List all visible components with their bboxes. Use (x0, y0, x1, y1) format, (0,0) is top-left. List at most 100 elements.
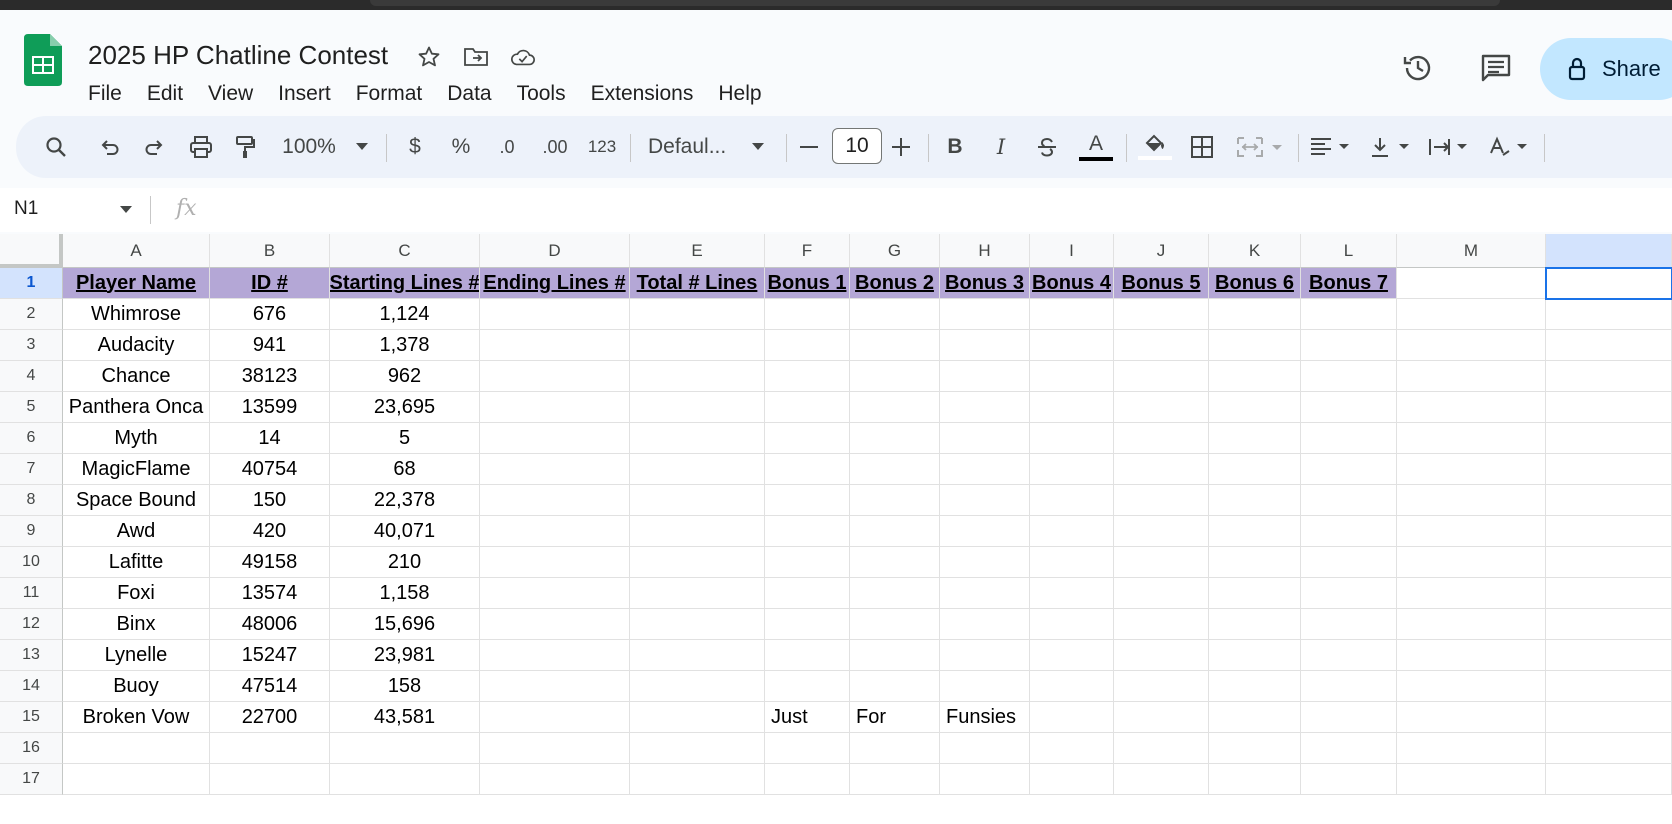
table-cell[interactable] (1546, 547, 1672, 578)
decrease-font-size-icon[interactable] (796, 116, 822, 178)
table-cell[interactable] (1546, 299, 1672, 330)
table-cell[interactable] (850, 609, 940, 640)
table-cell[interactable] (1301, 702, 1397, 733)
table-cell[interactable] (1397, 392, 1546, 423)
table-cell[interactable] (1397, 268, 1546, 299)
header-cell[interactable]: Bonus 3 (940, 268, 1030, 299)
table-cell[interactable] (1209, 547, 1301, 578)
column-header-a[interactable]: A (63, 234, 210, 268)
column-header-f[interactable]: F (765, 234, 850, 268)
table-cell[interactable] (765, 640, 850, 671)
table-cell[interactable]: Whimrose (63, 299, 210, 330)
column-header-e[interactable]: E (630, 234, 765, 268)
table-cell[interactable]: Audacity (63, 330, 210, 361)
table-cell[interactable] (480, 299, 630, 330)
table-cell[interactable] (1301, 640, 1397, 671)
table-cell[interactable] (940, 609, 1030, 640)
row-header[interactable]: 1 (0, 268, 63, 299)
table-cell[interactable] (1030, 578, 1114, 609)
formula-input[interactable] (210, 198, 1650, 224)
table-cell[interactable] (630, 671, 765, 702)
table-cell[interactable]: 40754 (210, 454, 330, 485)
table-cell[interactable] (765, 485, 850, 516)
table-cell[interactable] (1546, 423, 1672, 454)
more-formats-button[interactable]: 123 (584, 116, 620, 178)
table-cell[interactable] (850, 640, 940, 671)
table-cell[interactable] (850, 392, 940, 423)
table-cell[interactable]: 13599 (210, 392, 330, 423)
row-header[interactable]: 13 (0, 640, 63, 671)
table-cell[interactable] (1397, 640, 1546, 671)
menu-file[interactable]: File (88, 82, 122, 106)
row-header[interactable]: 16 (0, 733, 63, 764)
table-cell[interactable]: 48006 (210, 609, 330, 640)
sheets-logo-icon[interactable] (24, 34, 62, 86)
table-cell[interactable]: Lafitte (63, 547, 210, 578)
table-cell[interactable]: 22,378 (330, 485, 480, 516)
text-rotation-icon[interactable] (1486, 116, 1532, 178)
table-cell[interactable] (1114, 299, 1209, 330)
table-cell[interactable] (630, 733, 765, 764)
comments-icon[interactable] (1478, 50, 1514, 86)
table-cell[interactable] (630, 392, 765, 423)
table-cell[interactable] (480, 516, 630, 547)
table-cell[interactable] (1114, 733, 1209, 764)
table-cell[interactable] (1030, 764, 1114, 795)
font-dropdown-icon[interactable] (748, 116, 768, 178)
table-cell[interactable] (1397, 733, 1546, 764)
table-cell[interactable]: 15,696 (330, 609, 480, 640)
table-cell[interactable] (1209, 671, 1301, 702)
table-cell[interactable] (850, 516, 940, 547)
table-cell[interactable] (1209, 330, 1301, 361)
table-cell[interactable] (1397, 516, 1546, 547)
table-cell[interactable]: Lynelle (63, 640, 210, 671)
table-cell[interactable] (1301, 578, 1397, 609)
table-cell[interactable] (630, 578, 765, 609)
table-cell[interactable] (1301, 361, 1397, 392)
table-cell[interactable] (1546, 361, 1672, 392)
row-header[interactable]: 6 (0, 423, 63, 454)
table-cell[interactable] (1301, 516, 1397, 547)
table-cell[interactable] (940, 361, 1030, 392)
table-cell[interactable] (765, 764, 850, 795)
column-header-l[interactable]: L (1301, 234, 1397, 268)
table-cell[interactable] (940, 764, 1030, 795)
table-cell[interactable] (1397, 423, 1546, 454)
table-cell[interactable] (850, 423, 940, 454)
text-wrapping-icon[interactable] (1426, 116, 1472, 178)
table-cell[interactable] (1546, 330, 1672, 361)
document-title[interactable]: 2025 HP Chatline Contest (88, 40, 388, 71)
table-cell[interactable] (940, 330, 1030, 361)
table-cell[interactable] (480, 609, 630, 640)
column-header-c[interactable]: C (330, 234, 480, 268)
increase-font-size-icon[interactable] (888, 116, 914, 178)
table-cell[interactable] (1114, 764, 1209, 795)
version-history-icon[interactable] (1400, 50, 1436, 86)
table-cell[interactable] (1546, 733, 1672, 764)
table-cell[interactable]: 40,071 (330, 516, 480, 547)
table-cell[interactable] (1209, 485, 1301, 516)
table-cell[interactable] (630, 547, 765, 578)
header-cell[interactable]: Bonus 5 (1114, 268, 1209, 299)
decrease-decimal-button[interactable]: .0 (490, 116, 524, 178)
row-header[interactable]: 10 (0, 547, 63, 578)
move-folder-icon[interactable] (463, 44, 489, 70)
table-cell[interactable]: 158 (330, 671, 480, 702)
table-cell[interactable] (1114, 702, 1209, 733)
table-cell[interactable]: 676 (210, 299, 330, 330)
table-cell[interactable] (1209, 299, 1301, 330)
table-cell[interactable] (1030, 330, 1114, 361)
row-header[interactable]: 2 (0, 299, 63, 330)
table-cell[interactable] (1546, 640, 1672, 671)
table-cell[interactable]: Buoy (63, 671, 210, 702)
table-cell[interactable] (940, 454, 1030, 485)
table-cell[interactable]: 38123 (210, 361, 330, 392)
table-cell[interactable] (1546, 392, 1672, 423)
table-cell[interactable] (1397, 361, 1546, 392)
table-cell[interactable]: For (850, 702, 940, 733)
italic-button[interactable]: I (986, 116, 1016, 178)
table-cell[interactable] (1114, 671, 1209, 702)
table-cell[interactable] (630, 702, 765, 733)
redo-icon[interactable] (140, 116, 170, 178)
header-cell[interactable]: Starting Lines # (330, 268, 480, 299)
